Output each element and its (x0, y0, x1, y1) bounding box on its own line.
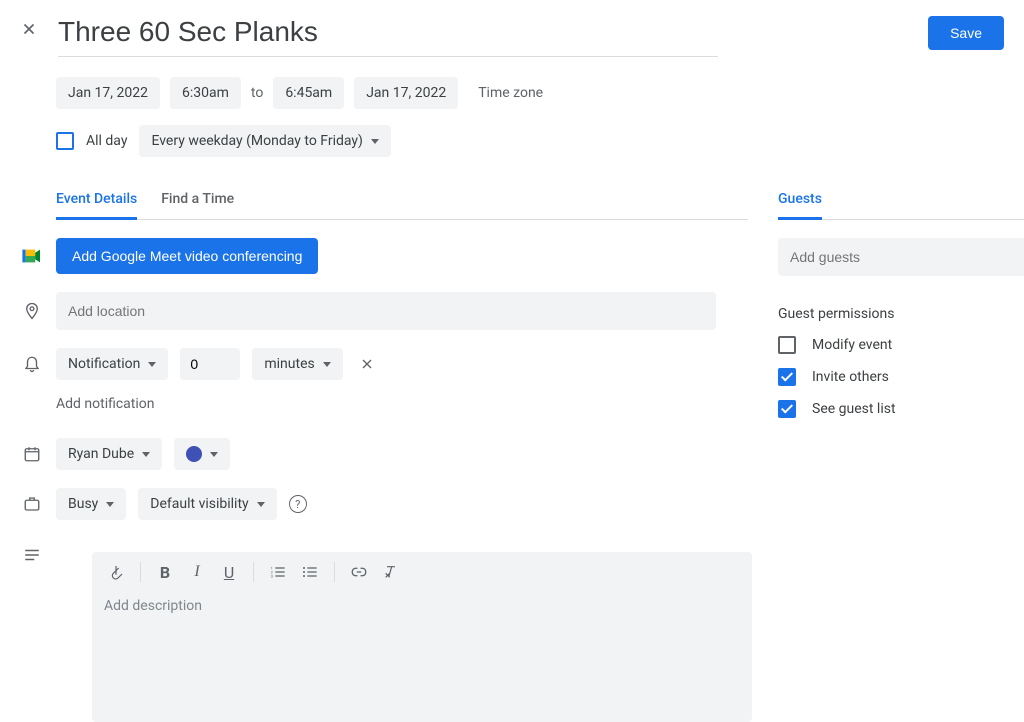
bullet-list-icon[interactable] (296, 558, 324, 586)
svg-text:3: 3 (271, 573, 273, 578)
numbered-list-icon[interactable]: 123 (264, 558, 292, 586)
chevron-down-icon (257, 502, 265, 507)
chevron-down-icon (210, 452, 218, 457)
add-notification-link[interactable]: Add notification (56, 396, 752, 412)
briefcase-icon (20, 495, 44, 513)
add-meet-button[interactable]: Add Google Meet video conferencing (56, 238, 318, 274)
visibility-value: Default visibility (150, 496, 248, 512)
notification-unit-value: minutes (264, 356, 314, 372)
event-color-dropdown[interactable] (174, 438, 230, 470)
see-guest-list-checkbox[interactable] (778, 400, 796, 418)
notification-type-value: Notification (68, 356, 140, 372)
chevron-down-icon (371, 139, 379, 144)
toolbar-separator (334, 562, 335, 582)
guest-permissions-heading: Guest permissions (778, 306, 1024, 322)
notification-value-input[interactable] (180, 348, 240, 380)
tab-find-a-time[interactable]: Find a Time (161, 191, 234, 219)
event-title-input[interactable] (58, 16, 718, 57)
notification-type-dropdown[interactable]: Notification (56, 348, 168, 380)
timezone-link[interactable]: Time zone (478, 85, 543, 101)
help-icon[interactable]: ? (289, 495, 307, 513)
availability-value: Busy (68, 496, 98, 512)
close-icon[interactable] (20, 16, 46, 38)
invite-others-label: Invite others (812, 369, 889, 385)
tab-guests[interactable]: Guests (778, 191, 822, 220)
calendar-icon (20, 445, 44, 463)
toolbar-separator (253, 562, 254, 582)
notification-icon (20, 354, 44, 374)
attach-icon[interactable] (102, 558, 130, 586)
chevron-down-icon (106, 502, 114, 507)
notification-unit-dropdown[interactable]: minutes (252, 348, 342, 380)
chevron-down-icon (142, 452, 150, 457)
toolbar-separator (140, 562, 141, 582)
allday-checkbox[interactable] (56, 132, 74, 150)
recurrence-value: Every weekday (Monday to Friday) (151, 133, 362, 149)
underline-icon[interactable]: U (215, 558, 243, 586)
calendar-owner-dropdown[interactable]: Ryan Dube (56, 438, 162, 470)
tab-event-details[interactable]: Event Details (56, 191, 137, 220)
chevron-down-icon (323, 362, 331, 367)
location-input[interactable] (56, 292, 716, 330)
add-guests-input[interactable] (778, 238, 1024, 276)
to-label: to (251, 85, 263, 101)
italic-icon[interactable]: I (183, 558, 211, 586)
invite-others-checkbox[interactable] (778, 368, 796, 386)
bold-icon[interactable]: B (151, 558, 179, 586)
remove-notification-button[interactable] (355, 356, 379, 372)
see-guest-list-label: See guest list (812, 401, 896, 417)
save-button[interactable]: Save (928, 16, 1004, 50)
allday-label: All day (86, 133, 127, 149)
visibility-dropdown[interactable]: Default visibility (138, 488, 276, 520)
recurrence-dropdown[interactable]: Every weekday (Monday to Friday) (139, 125, 390, 157)
start-time-chip[interactable]: 6:30am (170, 77, 241, 109)
start-date-chip[interactable]: Jan 17, 2022 (56, 77, 160, 109)
calendar-owner-value: Ryan Dube (68, 446, 134, 462)
location-icon (20, 300, 44, 322)
availability-dropdown[interactable]: Busy (56, 488, 126, 520)
meet-logo-icon (20, 248, 44, 264)
clear-formatting-icon[interactable] (377, 558, 405, 586)
color-swatch-icon (186, 446, 202, 462)
description-textarea[interactable]: Add description (92, 592, 752, 722)
end-date-chip[interactable]: Jan 17, 2022 (354, 77, 458, 109)
chevron-down-icon (148, 362, 156, 367)
description-icon (20, 538, 44, 562)
link-icon[interactable] (345, 558, 373, 586)
end-time-chip[interactable]: 6:45am (273, 77, 344, 109)
modify-event-checkbox[interactable] (778, 336, 796, 354)
modify-event-label: Modify event (812, 337, 892, 353)
